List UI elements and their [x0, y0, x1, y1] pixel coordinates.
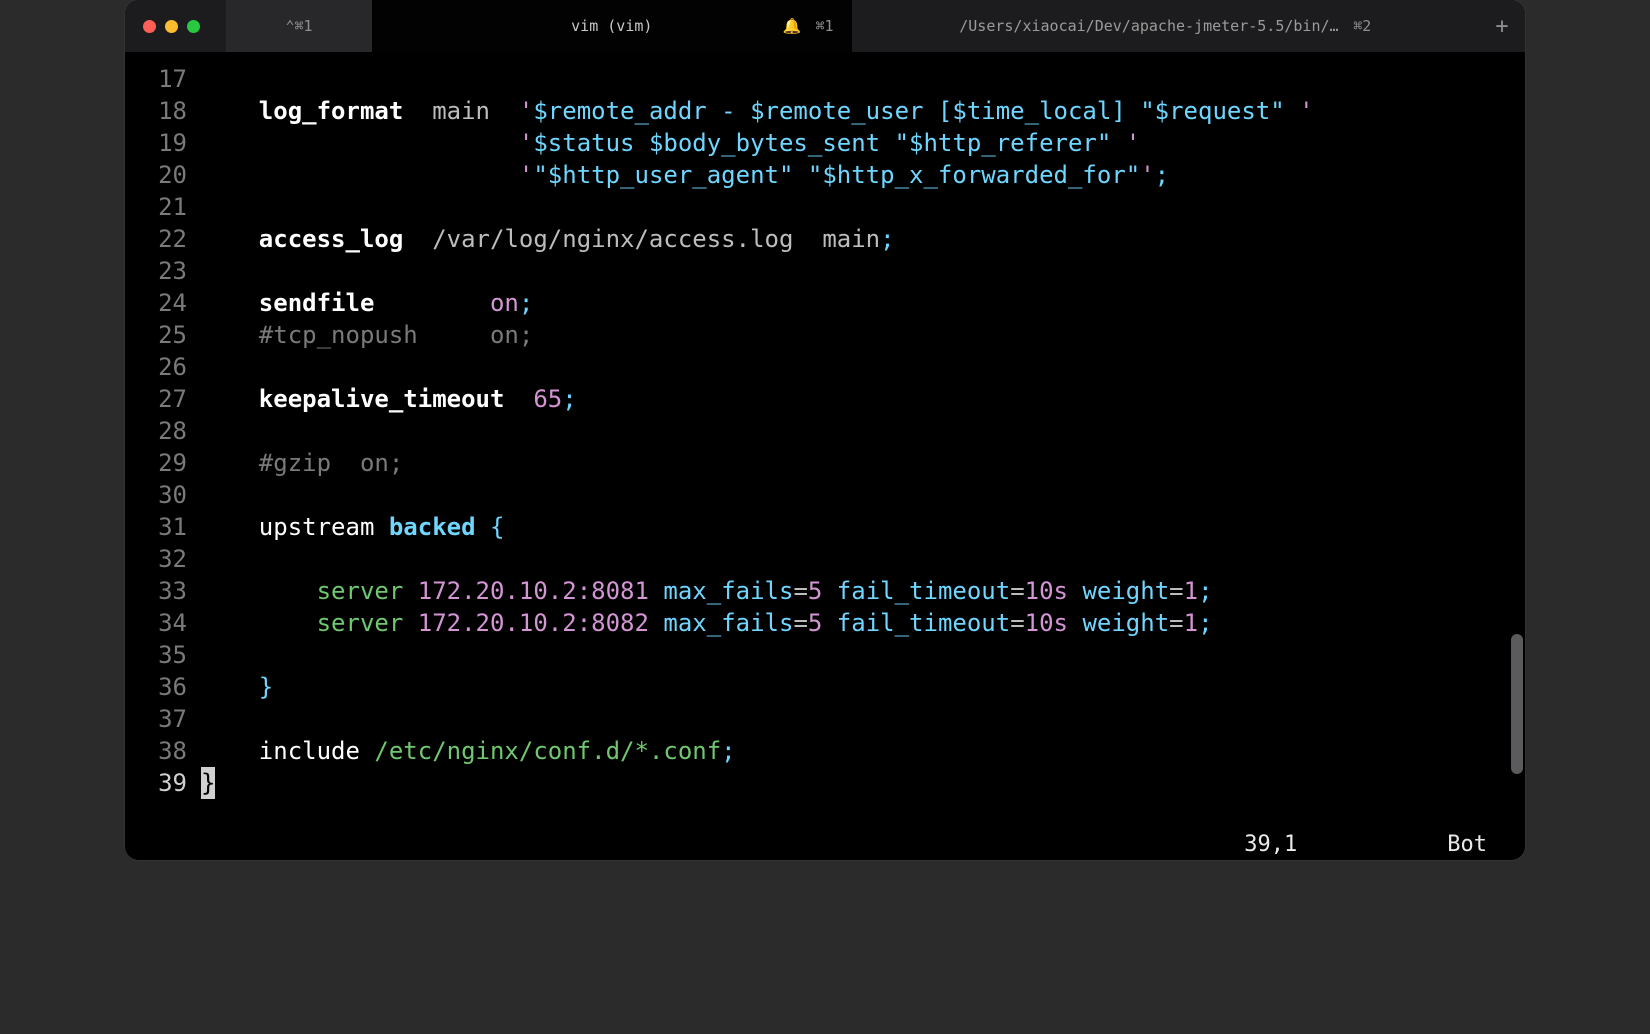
tab-active-shortcut: ⌘1	[816, 17, 834, 35]
editor-line[interactable]: 37	[125, 703, 1525, 735]
line-number: 25	[125, 319, 201, 351]
line-code[interactable]: sendfile on;	[201, 287, 1525, 319]
scroll-location: Bot	[1447, 832, 1487, 857]
editor-line[interactable]: 26	[125, 351, 1525, 383]
tab-active-title: vim (vim)	[571, 17, 652, 35]
editor-line[interactable]: 24 sendfile on;	[125, 287, 1525, 319]
line-code[interactable]: keepalive_timeout 65;	[201, 383, 1525, 415]
scrollbar-thumb[interactable]	[1511, 634, 1523, 774]
line-number: 28	[125, 415, 201, 447]
editor-area[interactable]: 1718 log_format main '$remote_addr - $re…	[125, 53, 1525, 828]
editor-line[interactable]: 32	[125, 543, 1525, 575]
line-code[interactable]: access_log /var/log/nginx/access.log mai…	[201, 223, 1525, 255]
close-window-button[interactable]	[143, 20, 156, 33]
tab-inactive-title: /Users/xiaocai/Dev/apache-jmeter-5.5/bin…	[959, 17, 1339, 35]
minimize-window-button[interactable]	[165, 20, 178, 33]
line-number: 29	[125, 447, 201, 479]
editor-line[interactable]: 33 server 172.20.10.2:8081 max_fails=5 f…	[125, 575, 1525, 607]
line-code[interactable]: include /etc/nginx/conf.d/*.conf;	[201, 735, 1525, 767]
line-code[interactable]: }	[201, 767, 1525, 799]
editor-line[interactable]: 38 include /etc/nginx/conf.d/*.conf;	[125, 735, 1525, 767]
editor-line[interactable]: 17	[125, 63, 1525, 95]
line-number: 27	[125, 383, 201, 415]
line-number: 37	[125, 703, 201, 735]
editor-line[interactable]: 20 '"$http_user_agent" "$http_x_forwarde…	[125, 159, 1525, 191]
cursor-position: 39,1	[1244, 832, 1297, 857]
editor-line[interactable]: 35	[125, 639, 1525, 671]
new-tab-button[interactable]: +	[1479, 0, 1525, 52]
editor-line[interactable]: 31 upstream backed {	[125, 511, 1525, 543]
line-number: 32	[125, 543, 201, 575]
line-code[interactable]: upstream backed {	[201, 511, 1525, 543]
tab-bar: ⌃⌘1 vim (vim) 🔔 ⌘1 /Users/xiaocai/Dev/ap…	[226, 0, 1525, 52]
statusbar: 39,1 Bot	[125, 828, 1525, 860]
editor-line[interactable]: 25 #tcp_nopush on;	[125, 319, 1525, 351]
bell-icon: 🔔	[783, 17, 802, 35]
maximize-window-button[interactable]	[187, 20, 200, 33]
line-code[interactable]	[201, 703, 1525, 735]
editor-line[interactable]: 27 keepalive_timeout 65;	[125, 383, 1525, 415]
tab-inactive[interactable]: /Users/xiaocai/Dev/apache-jmeter-5.5/bin…	[852, 0, 1479, 52]
line-number: 18	[125, 95, 201, 127]
line-code[interactable]: server 172.20.10.2:8082 max_fails=5 fail…	[201, 607, 1525, 639]
line-number: 35	[125, 639, 201, 671]
line-number: 26	[125, 351, 201, 383]
line-code[interactable]	[201, 415, 1525, 447]
line-number: 30	[125, 479, 201, 511]
editor-line[interactable]: 34 server 172.20.10.2:8082 max_fails=5 f…	[125, 607, 1525, 639]
scrollbar-track[interactable]	[1509, 53, 1523, 828]
line-number: 38	[125, 735, 201, 767]
editor-line[interactable]: 23	[125, 255, 1525, 287]
line-code[interactable]: #tcp_nopush on;	[201, 319, 1525, 351]
tab-inactive-shortcut: ⌘2	[1353, 17, 1371, 35]
line-number: 39	[125, 767, 201, 799]
line-code[interactable]	[201, 639, 1525, 671]
editor-line[interactable]: 29 #gzip on;	[125, 447, 1525, 479]
line-number: 36	[125, 671, 201, 703]
terminal-window: ⌃⌘1 vim (vim) 🔔 ⌘1 /Users/xiaocai/Dev/ap…	[125, 0, 1525, 860]
line-number: 31	[125, 511, 201, 543]
line-code[interactable]: server 172.20.10.2:8081 max_fails=5 fail…	[201, 575, 1525, 607]
editor-line[interactable]: 21	[125, 191, 1525, 223]
line-number: 21	[125, 191, 201, 223]
tab-shortcut-label: ⌃⌘1	[285, 17, 312, 35]
line-code[interactable]: }	[201, 671, 1525, 703]
tab-active[interactable]: vim (vim) 🔔 ⌘1	[372, 0, 852, 52]
line-code[interactable]	[201, 191, 1525, 223]
line-code[interactable]	[201, 255, 1525, 287]
line-number: 24	[125, 287, 201, 319]
line-number: 22	[125, 223, 201, 255]
line-number: 34	[125, 607, 201, 639]
line-code[interactable]	[201, 351, 1525, 383]
line-code[interactable]	[201, 543, 1525, 575]
editor-line[interactable]: 19 '$status $body_bytes_sent "$http_refe…	[125, 127, 1525, 159]
editor-line[interactable]: 22 access_log /var/log/nginx/access.log …	[125, 223, 1525, 255]
editor-line[interactable]: 36 }	[125, 671, 1525, 703]
line-code[interactable]	[201, 63, 1525, 95]
line-code[interactable]: #gzip on;	[201, 447, 1525, 479]
line-code[interactable]: '"$http_user_agent" "$http_x_forwarded_f…	[201, 159, 1525, 191]
line-code[interactable]: '$status $body_bytes_sent "$http_referer…	[201, 127, 1525, 159]
line-number: 17	[125, 63, 201, 95]
window-controls	[125, 0, 226, 52]
editor-line[interactable]: 30	[125, 479, 1525, 511]
titlebar: ⌃⌘1 vim (vim) 🔔 ⌘1 /Users/xiaocai/Dev/ap…	[125, 0, 1525, 53]
editor-line[interactable]: 28	[125, 415, 1525, 447]
line-number: 20	[125, 159, 201, 191]
editor-line[interactable]: 39}	[125, 767, 1525, 799]
line-number: 33	[125, 575, 201, 607]
tab-shortcut-left[interactable]: ⌃⌘1	[226, 0, 372, 52]
line-number: 19	[125, 127, 201, 159]
editor-content[interactable]: 1718 log_format main '$remote_addr - $re…	[125, 53, 1525, 828]
line-code[interactable]: log_format main '$remote_addr - $remote_…	[201, 95, 1525, 127]
line-code[interactable]	[201, 479, 1525, 511]
line-number: 23	[125, 255, 201, 287]
editor-line[interactable]: 18 log_format main '$remote_addr - $remo…	[125, 95, 1525, 127]
